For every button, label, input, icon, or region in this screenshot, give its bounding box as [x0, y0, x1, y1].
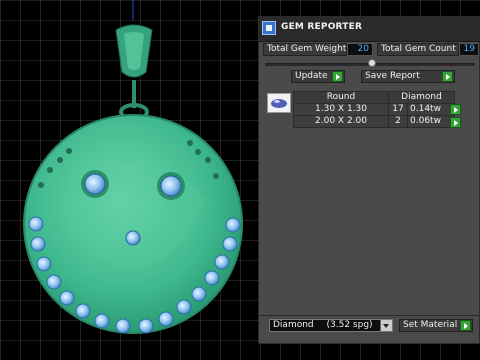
update-label: Update [295, 71, 328, 81]
gem-size: 2.00 X 2.00 [293, 115, 389, 128]
chevron-down-icon[interactable] [380, 320, 392, 331]
nose-gem [125, 230, 141, 246]
total-gem-count-value: 19 [459, 43, 479, 56]
panel-title: GEM REPORTER [281, 22, 363, 32]
gem-count: 17 [388, 103, 408, 116]
set-material-label: Set Material [403, 320, 458, 330]
gem-size: 1.30 X 1.30 [293, 103, 389, 116]
total-gem-weight-label: Total Gem Weight [263, 43, 347, 56]
gem-weight: 0.14tw [407, 103, 455, 116]
gem-reporter-panel: GEM REPORTER Total Gem Weight 20 Total G… [258, 16, 480, 344]
row-arrow-icon[interactable] [450, 117, 461, 128]
total-gem-weight-value: 20 [347, 43, 373, 56]
save-report-label: Save Report [365, 71, 420, 81]
total-gem-count-label: Total Gem Count [377, 43, 459, 56]
update-button[interactable]: Update [291, 70, 345, 83]
table-row: 2.00 X 2.00 2 0.06tw [293, 115, 455, 128]
column-header-diamond: Diamond [388, 91, 455, 104]
material-spg: (3.52 spg) [326, 320, 373, 330]
slider-knob[interactable] [368, 59, 376, 67]
table-header-row: Round Diamond [293, 91, 455, 104]
gem-count: 2 [388, 115, 408, 128]
eye-gem-left [84, 173, 106, 195]
set-material-button[interactable]: Set Material [399, 319, 473, 332]
row-arrow-icon[interactable] [450, 104, 461, 115]
play-arrow-icon[interactable] [460, 320, 471, 331]
table-row: 1.30 X 1.30 17 0.14tw [293, 103, 455, 116]
diamond-gem-icon [267, 93, 291, 113]
play-arrow-icon[interactable] [332, 71, 343, 82]
material-select[interactable]: Diamond (3.52 spg) [269, 319, 393, 332]
gem-weight: 0.06tw [407, 115, 455, 128]
material-select-value: Diamond [273, 320, 314, 330]
save-report-button[interactable]: Save Report [361, 70, 455, 83]
panel-titlebar[interactable]: GEM REPORTER [259, 17, 480, 42]
gem-reporter-app-icon [262, 21, 276, 35]
column-header-round: Round [293, 91, 389, 104]
eye-gem-right [160, 175, 182, 197]
play-arrow-icon[interactable] [442, 71, 453, 82]
gem-table: Round Diamond 1.30 X 1.30 17 0.14tw 2.00… [293, 91, 455, 128]
